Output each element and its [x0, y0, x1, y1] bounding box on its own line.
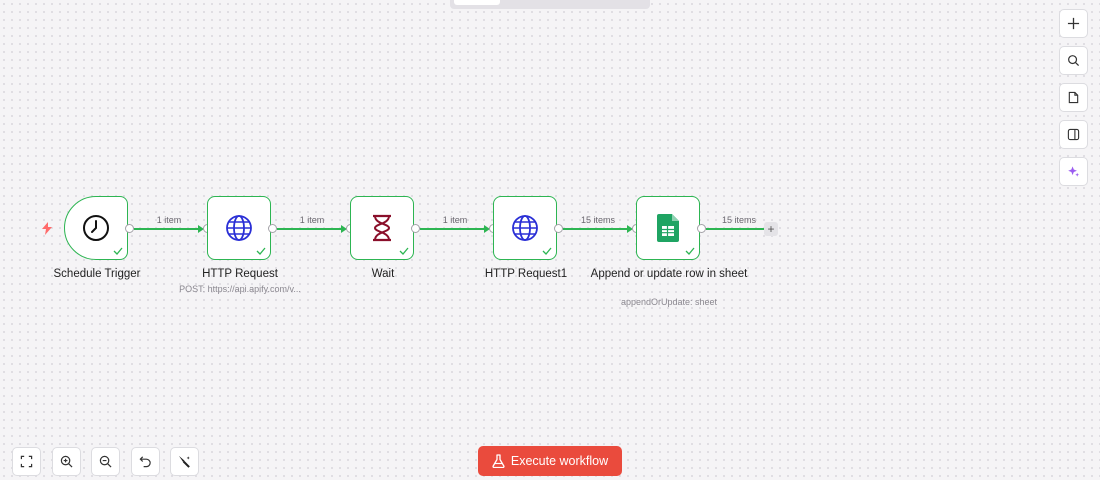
output-port[interactable]	[268, 224, 277, 233]
node-google-sheets[interactable]	[636, 196, 700, 260]
plus-icon: +	[767, 222, 775, 236]
add-sticky-note-button[interactable]	[1059, 83, 1088, 112]
success-check-icon	[542, 247, 552, 255]
add-next-node-button[interactable]: +	[764, 222, 778, 236]
top-tabs-strip	[450, 0, 650, 9]
tidy-up-button[interactable]	[170, 447, 199, 476]
globe-icon	[511, 214, 539, 242]
sparkle-icon	[1068, 166, 1080, 177]
node-title: HTTP Request1	[484, 268, 568, 280]
zoom-in-icon	[60, 455, 73, 468]
output-port[interactable]	[125, 224, 134, 233]
connection-line[interactable]	[277, 228, 343, 230]
tidy-up-icon	[178, 455, 190, 468]
search-icon	[1068, 55, 1080, 67]
node-title: Wait	[371, 268, 395, 280]
plus-icon	[1067, 17, 1080, 30]
fit-view-button[interactable]	[12, 447, 41, 476]
output-port[interactable]	[554, 224, 563, 233]
node-wait[interactable]	[350, 196, 414, 260]
edge-item-count: 15 items	[721, 215, 756, 225]
execute-workflow-label: Execute workflow	[510, 454, 609, 468]
edge-item-count: 15 items	[580, 215, 615, 225]
undo-icon	[139, 456, 151, 468]
output-port[interactable]	[697, 224, 706, 233]
connection-line[interactable]	[420, 228, 486, 230]
output-port[interactable]	[411, 224, 420, 233]
node-title: HTTP Request	[202, 268, 278, 280]
node-http-request[interactable]	[207, 196, 271, 260]
edge-item-count: 1 item	[299, 215, 325, 225]
globe-icon	[225, 214, 253, 242]
zoom-in-button[interactable]	[52, 447, 81, 476]
success-check-icon	[399, 247, 409, 255]
top-tab-active[interactable]	[454, 0, 500, 5]
fit-view-icon	[20, 455, 33, 468]
node-subtitle: appendOrUpdate: sheet	[620, 297, 718, 307]
node-http-request1[interactable]	[493, 196, 557, 260]
execute-workflow-button[interactable]: Execute workflow	[478, 446, 622, 476]
trigger-bolt-icon	[42, 222, 52, 235]
success-check-icon	[685, 247, 695, 255]
google-sheets-icon	[657, 214, 679, 242]
edge-item-count: 1 item	[442, 215, 468, 225]
node-title: Schedule Trigger	[53, 268, 141, 280]
search-nodes-button[interactable]	[1059, 46, 1088, 75]
hourglass-icon	[370, 214, 394, 242]
node-subtitle: POST: https://api.apify.com/v...	[179, 284, 301, 294]
connection-line[interactable]	[563, 228, 629, 230]
zoom-out-icon	[99, 455, 112, 468]
success-check-icon	[256, 247, 266, 255]
success-check-icon	[113, 247, 123, 255]
toggle-panel-button[interactable]	[1059, 120, 1088, 149]
undo-button[interactable]	[131, 447, 160, 476]
zoom-out-button[interactable]	[91, 447, 120, 476]
panel-icon	[1067, 128, 1080, 141]
ai-assistant-button[interactable]	[1059, 157, 1088, 186]
node-title: Append or update row in sheet	[590, 268, 748, 280]
sticky-note-icon	[1068, 91, 1079, 104]
add-node-button[interactable]	[1059, 9, 1088, 38]
connection-line[interactable]	[706, 228, 764, 230]
edge-item-count: 1 item	[156, 215, 182, 225]
flask-icon	[492, 454, 505, 468]
node-schedule-trigger[interactable]	[64, 196, 128, 260]
clock-icon	[82, 214, 110, 242]
connection-line[interactable]	[134, 228, 200, 230]
